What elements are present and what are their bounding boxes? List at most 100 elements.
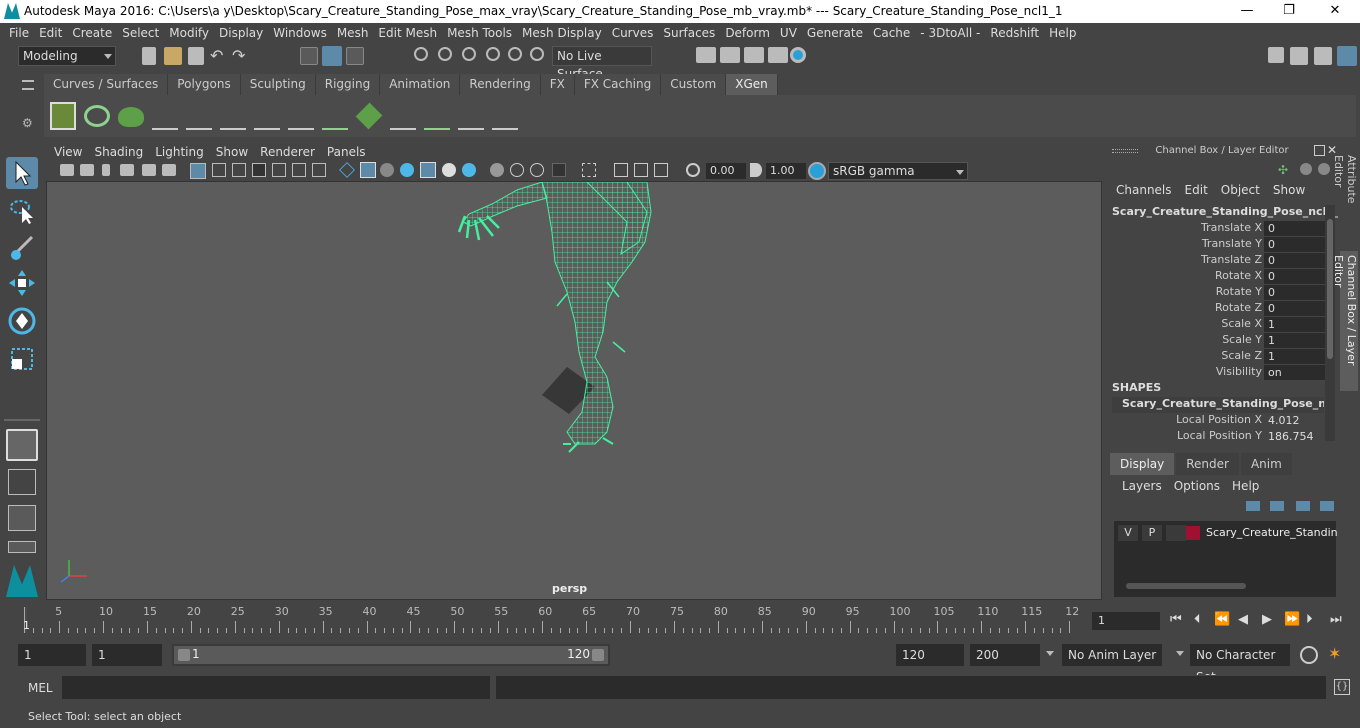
channels-menu[interactable]: Channels — [1110, 183, 1179, 197]
anti-aliasing-icon[interactable] — [530, 163, 544, 177]
viewport-menu-panels[interactable]: Panels — [321, 143, 372, 161]
snap-projected-icon[interactable] — [486, 47, 500, 61]
shelf-tab-animation[interactable]: Animation — [380, 74, 461, 95]
mode-dropdown[interactable]: Modeling — [18, 46, 116, 66]
xgen-grid-icon[interactable] — [355, 102, 383, 130]
attribute-row-visibility[interactable]: Visibility on — [1112, 365, 1326, 381]
shelf-tab-sculpting[interactable]: Sculpting — [240, 74, 316, 95]
use-all-lights-icon[interactable] — [442, 163, 456, 177]
range-slider-fill[interactable] — [174, 646, 608, 664]
select-tool-icon[interactable] — [6, 157, 38, 189]
four-view-layout-icon[interactable] — [8, 469, 36, 495]
snap-curve-icon[interactable] — [438, 47, 452, 61]
channel-box-options-icon[interactable] — [1300, 163, 1312, 175]
animation-end-field[interactable]: 200 — [970, 644, 1040, 666]
object-menu[interactable]: Object — [1215, 183, 1267, 197]
wireframe-on-shaded-icon[interactable] — [380, 163, 394, 177]
move-tool-icon[interactable] — [6, 267, 38, 299]
gamma-field[interactable]: 1.00 — [766, 163, 806, 179]
layer-name[interactable]: Scary_Creature_Standing — [1206, 526, 1345, 539]
xray-icon[interactable] — [614, 163, 628, 177]
safe-title-icon[interactable] — [312, 163, 326, 177]
rotate-tool-icon[interactable] — [6, 305, 38, 337]
gate-mask-icon[interactable] — [252, 163, 266, 177]
render-view-icon[interactable] — [696, 47, 716, 63]
script-editor-icon[interactable]: {} — [1334, 679, 1350, 695]
shelf-tab-custom[interactable]: Custom — [661, 74, 727, 95]
character-set-dropdown[interactable]: No Character Set — [1190, 644, 1290, 684]
attribute-value[interactable]: 0 — [1264, 237, 1326, 252]
range-slider[interactable]: 1 120 — [172, 644, 610, 666]
shape-node-name[interactable]: Scary_Creature_Standing_Pose_ncl1_... — [1112, 397, 1324, 413]
xgen-guide-curves-icon[interactable] — [390, 102, 416, 130]
perspective-viewport[interactable]: persp — [46, 181, 1102, 600]
attribute-value[interactable]: 186.754 — [1264, 429, 1326, 444]
single-perspective-layout-icon[interactable] — [6, 429, 38, 461]
menu-curves[interactable]: Curves — [607, 23, 659, 43]
viewport-menu-shading[interactable]: Shading — [88, 143, 149, 161]
shelf-tab-rendering[interactable]: Rendering — [460, 74, 541, 95]
wireframe-icon[interactable] — [339, 162, 355, 178]
safe-action-icon[interactable] — [292, 163, 306, 177]
mel-label[interactable]: MEL — [28, 681, 53, 695]
attribute-value[interactable]: 0 — [1264, 253, 1326, 268]
menu-uv[interactable]: UV — [775, 23, 802, 43]
attribute-row-scale-y[interactable]: Scale Y1 — [1112, 333, 1326, 349]
edit-menu[interactable]: Edit — [1179, 183, 1215, 197]
menu-mesh-display[interactable]: Mesh Display — [517, 23, 607, 43]
ipr-render-icon[interactable] — [744, 47, 764, 63]
animation-start-field[interactable]: 1 — [18, 644, 86, 666]
render-current-frame-icon[interactable] — [720, 47, 740, 63]
menu-edit[interactable]: Edit — [34, 23, 67, 43]
xgen-select-guide-icon[interactable] — [254, 102, 280, 130]
modeling-toolkit-icon[interactable] — [1268, 47, 1284, 63]
xgen-groom-icon[interactable] — [424, 102, 450, 130]
motion-blur-icon[interactable] — [510, 163, 524, 177]
use-default-material-icon[interactable] — [400, 163, 414, 177]
shelf-tab-polygons[interactable]: Polygons — [168, 74, 241, 95]
grid-toggle-icon[interactable] — [190, 163, 206, 179]
xgen-add-guide-icon[interactable] — [220, 102, 246, 130]
help-menu[interactable]: Help — [1226, 479, 1265, 493]
attribute-value[interactable]: 0 — [1264, 301, 1326, 316]
menu-select[interactable]: Select — [117, 23, 164, 43]
select-by-hierarchy-icon[interactable] — [300, 47, 318, 65]
make-live-icon[interactable] — [530, 47, 544, 61]
playback-start-field[interactable]: 1 — [92, 644, 162, 666]
menu-mesh[interactable]: Mesh — [332, 23, 374, 43]
menu-generate[interactable]: Generate — [802, 23, 868, 43]
view-transform-dropdown[interactable]: sRGB gamma — [828, 162, 968, 180]
shelf-tab-rigging[interactable]: Rigging — [315, 74, 381, 95]
layers-menu[interactable]: Layers — [1116, 479, 1168, 493]
render-settings-icon[interactable] — [768, 47, 788, 63]
snap-grid-icon[interactable] — [414, 47, 428, 61]
screen-space-ao-icon[interactable] — [490, 163, 504, 177]
auto-key-icon[interactable] — [1300, 646, 1318, 664]
tab-display[interactable]: Display — [1110, 453, 1175, 475]
2d-pan-zoom-icon[interactable] — [142, 164, 156, 176]
xgen-brush-icon[interactable] — [458, 102, 484, 130]
camera-attributes-icon[interactable] — [80, 164, 94, 176]
shelf-menu-icon[interactable] — [22, 80, 34, 90]
step-forward-key-icon[interactable]: ⏩ — [1284, 612, 1302, 630]
play-backwards-icon[interactable]: ◀ — [1238, 612, 1256, 630]
new-scene-icon[interactable] — [142, 47, 156, 65]
viewport-menu-lighting[interactable]: Lighting — [149, 143, 210, 161]
attribute-row-rotate-x[interactable]: Rotate X0 — [1112, 269, 1326, 285]
channel-box-settings-icon[interactable] — [1318, 163, 1330, 175]
menu-3dtoall[interactable]: - 3DtoAll - — [915, 23, 985, 43]
axis-orient-icon[interactable]: ✣ — [1278, 163, 1292, 177]
xgen-add-guides-icon[interactable] — [152, 102, 178, 130]
layer-playback-toggle[interactable]: P — [1142, 525, 1162, 541]
smooth-shade-icon[interactable] — [360, 162, 376, 178]
bookmark-icon[interactable] — [102, 164, 110, 176]
menu-surfaces[interactable]: Surfaces — [658, 23, 720, 43]
viewport-menu-view[interactable]: View — [48, 143, 88, 161]
attribute-value[interactable]: 0 — [1264, 269, 1326, 284]
new-layer-from-selected-icon[interactable] — [1320, 501, 1334, 511]
shelf-tab-fx-caching[interactable]: FX Caching — [574, 74, 662, 95]
tab-anim[interactable]: Anim — [1240, 453, 1292, 475]
attribute-value[interactable]: 1 — [1264, 317, 1326, 332]
film-gate-icon[interactable] — [212, 163, 226, 177]
xgen-lock-guide-icon[interactable] — [288, 102, 314, 130]
